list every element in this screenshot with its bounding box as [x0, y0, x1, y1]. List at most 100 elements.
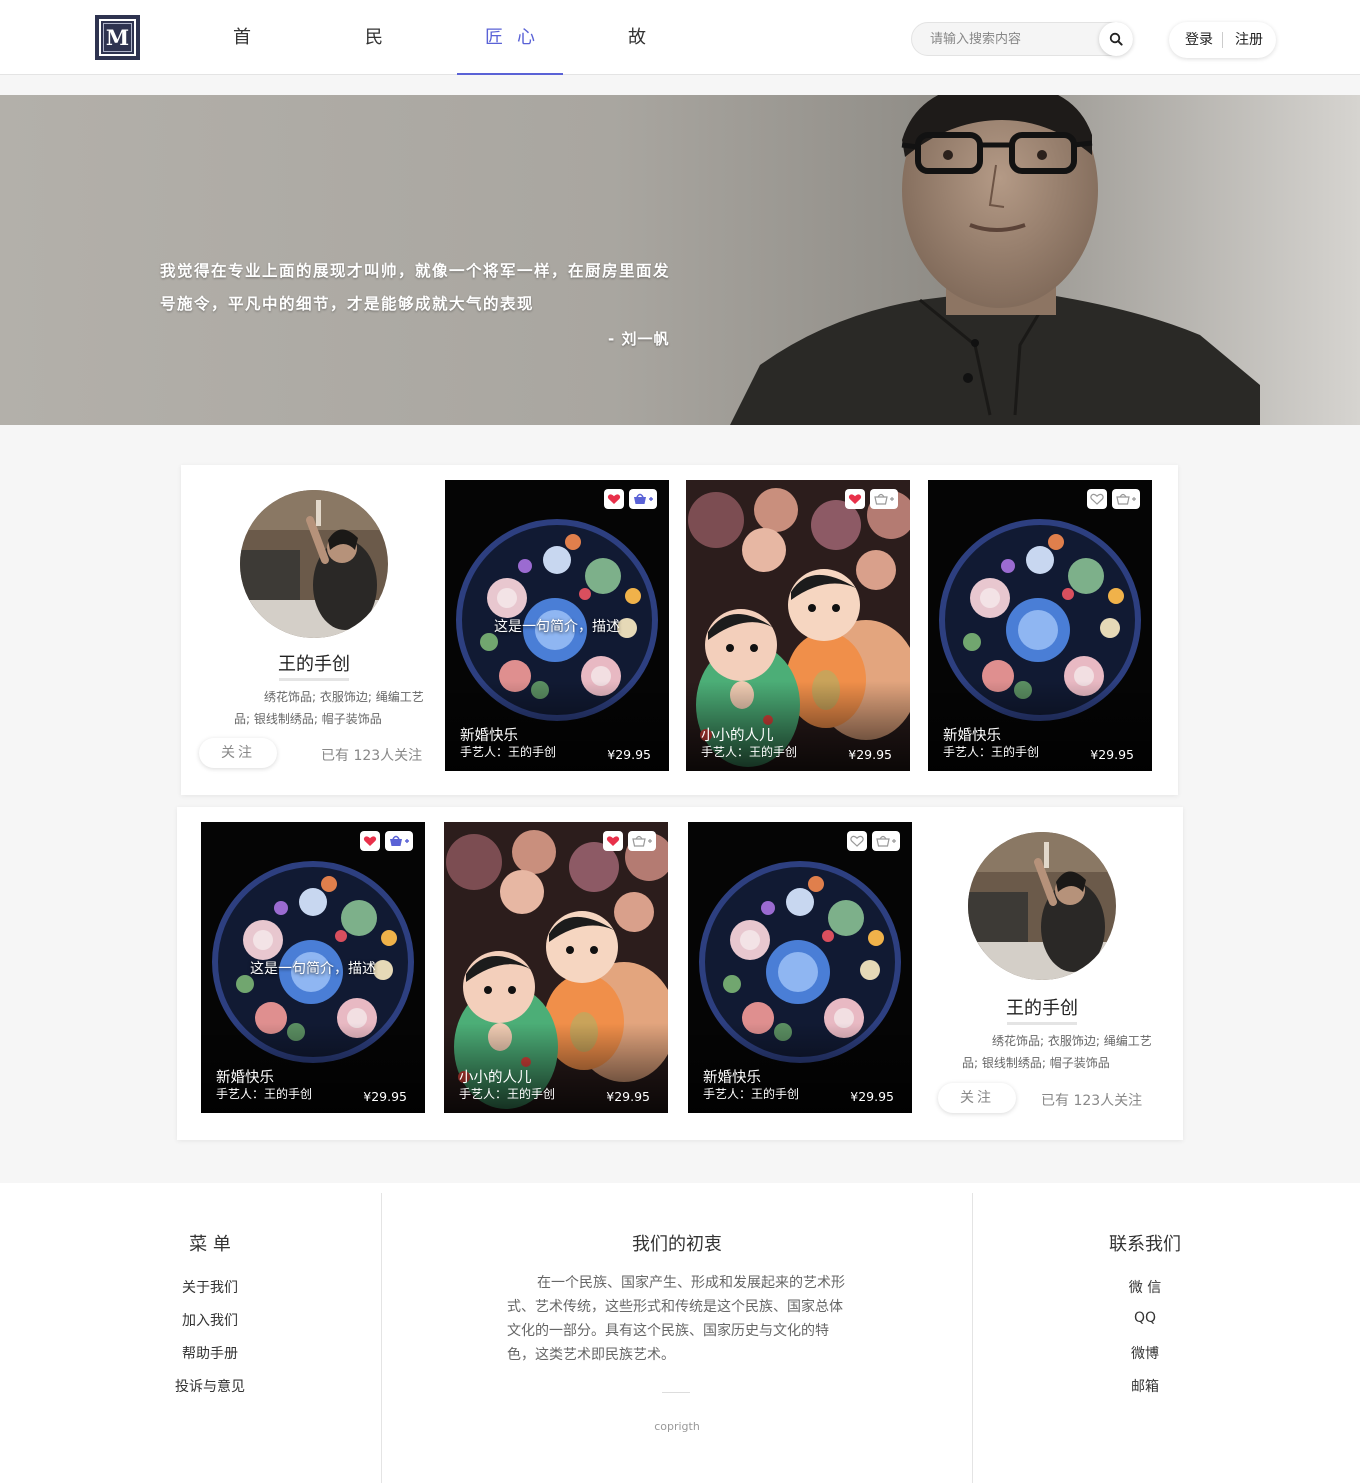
nav-home[interactable]: 首页 [219, 0, 279, 123]
artisan-avatar-image [240, 490, 388, 638]
cart-outline-icon [632, 835, 652, 847]
site-logo[interactable]: M [95, 15, 140, 60]
heart-filled-icon [363, 836, 377, 846]
add-to-cart-button[interactable] [629, 489, 657, 509]
like-button[interactable] [603, 831, 623, 851]
footer-link-weibo[interactable]: 微博 [1045, 1343, 1245, 1363]
auth-box: 登录 注册 [1169, 22, 1276, 58]
banner-quote: 我觉得在专业上面的展现才叫帅，就像一个将军一样，在厨房里面发号施令，平凡中的细节… [160, 262, 671, 313]
search-button[interactable] [1099, 22, 1133, 56]
artisan-profile: 王的手创 绣花饰品; 衣服饰边; 绳编工艺品; 银线制绣品; 帽子装饰品 关注 … [194, 465, 434, 768]
product-maker: 手艺人：王的手创 [460, 745, 557, 759]
cart-filled-icon [634, 493, 653, 504]
artisan-row-2: 这是一句简介，描述 新婚快乐 手艺人：王的手创 ¥29.95 小小的人儿 手艺人… [177, 807, 1183, 1140]
add-to-cart-button[interactable] [628, 831, 656, 851]
login-link[interactable]: 登录 [1185, 22, 1213, 58]
footer-link-email[interactable]: 邮箱 [1045, 1376, 1245, 1396]
product-card[interactable]: 小小的人儿 手艺人：王的手创 ¥29.95 [444, 822, 668, 1113]
product-maker: 手艺人：王的手创 [216, 1087, 313, 1101]
heart-outline-icon [850, 835, 864, 847]
add-to-cart-button[interactable] [872, 831, 900, 851]
product-price: ¥29.95 [848, 747, 892, 762]
cart-outline-icon [874, 493, 894, 505]
top-header: M 首页 民艺 匠心 故事 登录 注册 [0, 0, 1360, 123]
product-description: 这是一句简介，描述 [494, 619, 620, 635]
footer-link-about[interactable]: 关于我们 [110, 1277, 310, 1297]
product-maker: 手艺人：王的手创 [943, 745, 1040, 759]
heart-filled-icon [606, 836, 620, 846]
product-maker: 手艺人：王的手创 [701, 745, 798, 759]
like-button[interactable] [847, 831, 867, 851]
product-card[interactable]: 小小的人儿 手艺人：王的手创 ¥29.95 [686, 480, 910, 771]
product-title: 小小的人儿 [459, 1070, 532, 1086]
search-icon [1109, 32, 1123, 46]
product-title: 新婚快乐 [216, 1070, 274, 1086]
product-title: 新婚快乐 [703, 1070, 761, 1086]
product-price: ¥29.95 [850, 1089, 894, 1104]
search-input[interactable] [912, 23, 1097, 55]
add-to-cart-button[interactable] [870, 489, 898, 509]
footer-copyright: coprigth [654, 1420, 700, 1433]
product-title: 小小的人儿 [701, 728, 774, 744]
product-title: 新婚快乐 [460, 728, 518, 744]
product-maker: 手艺人：王的手创 [703, 1087, 800, 1101]
cart-outline-icon [876, 835, 896, 847]
follow-button[interactable]: 关注 [938, 1083, 1016, 1113]
footer-mission: 我们的初衷 在一个民族、国家产生、形成和发展起来的艺术形式、艺术传统，这些形式和… [382, 1183, 972, 1483]
heart-filled-icon [848, 494, 862, 504]
like-button[interactable] [845, 489, 865, 509]
chef-portrait-image [730, 95, 1260, 425]
cart-filled-icon [390, 835, 409, 846]
nav-folk-art[interactable]: 民艺 [351, 0, 411, 123]
footer-menu-title: 菜 单 [189, 1234, 231, 1255]
artisan-avatar[interactable] [240, 490, 388, 638]
nav-stories[interactable]: 故事 [614, 0, 674, 123]
like-button[interactable] [360, 831, 380, 851]
artisan-avatar-image [968, 832, 1116, 980]
add-to-cart-button[interactable] [385, 831, 413, 851]
cart-outline-icon [1116, 493, 1136, 505]
product-maker: 手艺人：王的手创 [459, 1087, 556, 1101]
add-to-cart-button[interactable] [1112, 489, 1140, 509]
hero-banner: 我觉得在专业上面的展现才叫帅，就像一个将军一样，在厨房里面发号施令，平凡中的细节… [0, 95, 1360, 425]
product-card[interactable]: 新婚快乐 手艺人：王的手创 ¥29.95 [688, 822, 912, 1113]
register-link[interactable]: 注册 [1235, 22, 1263, 58]
heart-outline-icon [1090, 493, 1104, 505]
follow-count: 已有 123人关注 [321, 748, 423, 764]
artisan-avatar[interactable] [968, 832, 1116, 980]
follow-count: 已有 123人关注 [1041, 1093, 1143, 1109]
footer-link-wechat[interactable]: 微 信 [1045, 1277, 1245, 1297]
footer-divider [972, 1193, 973, 1483]
like-button[interactable] [1087, 489, 1107, 509]
footer-rule [662, 1392, 690, 1393]
artisan-tags: 绣花饰品; 衣服饰边; 绳编工艺品; 银线制绣品; 帽子装饰品 [234, 690, 424, 726]
product-card[interactable]: 新婚快乐 手艺人：王的手创 ¥29.95 [928, 480, 1152, 771]
footer-contact: 联系我们 微 信 QQ 微博 邮箱 [1045, 1183, 1245, 1483]
search-box [911, 22, 1133, 56]
artisan-name-underline [279, 678, 349, 681]
follow-button[interactable]: 关注 [199, 738, 277, 768]
product-price: ¥29.95 [1090, 747, 1134, 762]
product-card[interactable]: 这是一句简介，描述 新婚快乐 手艺人：王的手创 ¥29.95 [445, 480, 669, 771]
artisan-name-underline [1007, 1022, 1077, 1025]
footer-menu: 菜 单 关于我们 加入我们 帮助手册 投诉与意见 [110, 1183, 310, 1483]
footer-link-feedback[interactable]: 投诉与意见 [110, 1376, 310, 1396]
like-button[interactable] [604, 489, 624, 509]
artisan-name: 王的手创 [1006, 998, 1078, 1019]
product-description: 这是一句简介，描述 [250, 961, 376, 977]
banner-quote-author: - 刘一帆 [608, 330, 670, 348]
footer-mission-title: 我们的初衷 [632, 1234, 722, 1255]
product-card[interactable]: 这是一句简介，描述 新婚快乐 手艺人：王的手创 ¥29.95 [201, 822, 425, 1113]
footer-link-qq[interactable]: QQ [1045, 1310, 1245, 1326]
site-footer: 菜 单 关于我们 加入我们 帮助手册 投诉与意见 我们的初衷 在一个民族、国家产… [0, 1183, 1360, 1483]
artisan-name: 王的手创 [278, 654, 350, 675]
product-price: ¥29.95 [606, 1089, 650, 1104]
auth-divider [1222, 32, 1223, 48]
artisan-tags: 绣花饰品; 衣服饰边; 绳编工艺品; 银线制绣品; 帽子装饰品 [962, 1034, 1152, 1070]
artisan-profile: 王的手创 绣花饰品; 衣服饰边; 绳编工艺品; 银线制绣品; 帽子装饰品 关注 … [922, 807, 1162, 1113]
product-price: ¥29.95 [607, 747, 651, 762]
footer-link-join[interactable]: 加入我们 [110, 1310, 310, 1330]
footer-link-help[interactable]: 帮助手册 [110, 1343, 310, 1363]
nav-craftsmanship[interactable]: 匠心 [457, 0, 563, 75]
product-title: 新婚快乐 [943, 728, 1001, 744]
